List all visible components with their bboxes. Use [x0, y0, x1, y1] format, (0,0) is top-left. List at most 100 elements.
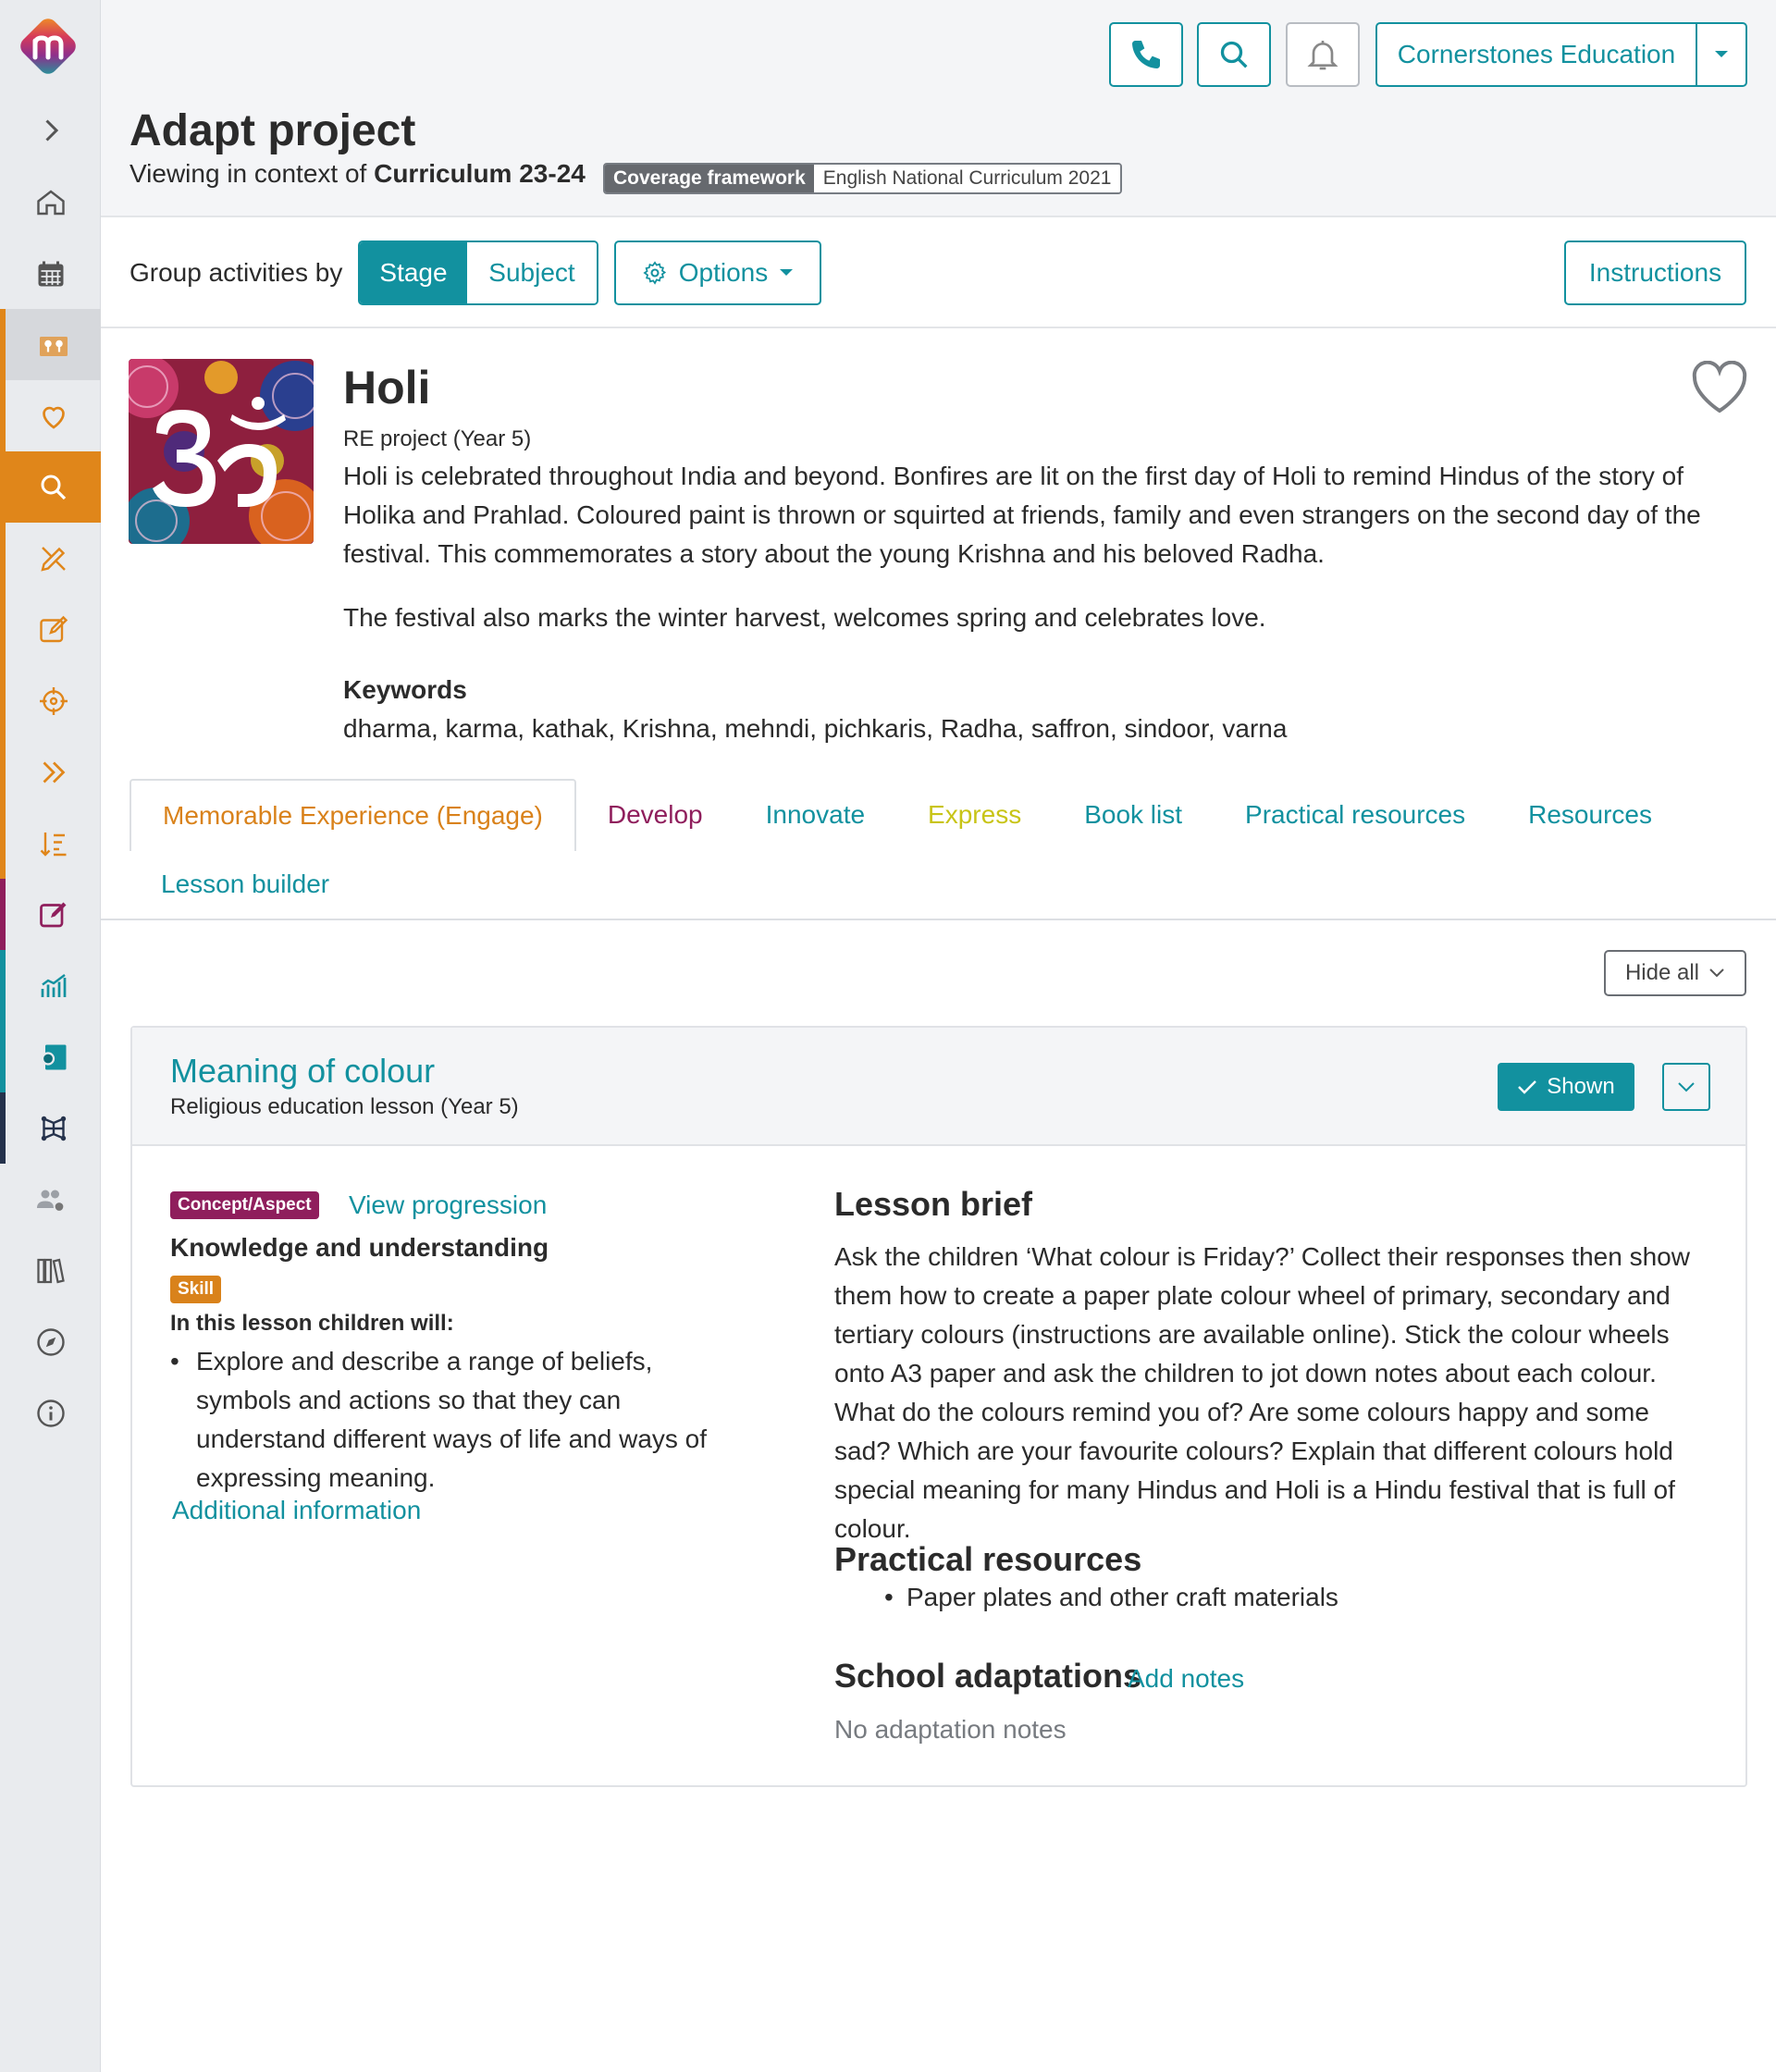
- lesson-title[interactable]: Meaning of colour: [170, 1052, 435, 1091]
- view-progression-link[interactable]: View progression: [349, 1190, 547, 1220]
- call-button[interactable]: [1109, 22, 1183, 87]
- target-icon: [39, 686, 68, 715]
- caret-down-icon: [1715, 51, 1728, 57]
- options-label: Options: [678, 258, 769, 287]
- map-icon: [39, 336, 68, 356]
- shown-toggle-button[interactable]: Shown: [1498, 1063, 1634, 1111]
- sidebar: [0, 0, 101, 2072]
- page-header: Cornerstones Education Adapt project Vie…: [101, 0, 1776, 217]
- sidebar-item-projects[interactable]: [0, 309, 101, 380]
- heart-icon: [42, 406, 65, 429]
- people-settings-icon: [36, 1190, 65, 1213]
- instructions-button[interactable]: Instructions: [1564, 240, 1746, 305]
- group-by-stage-button[interactable]: Stage: [360, 242, 467, 303]
- expand-lesson-button[interactable]: [1662, 1063, 1710, 1111]
- tab-practical-resources[interactable]: Practical resources: [1214, 779, 1497, 851]
- sidebar-item-target[interactable]: [0, 665, 101, 736]
- sidebar-item-search[interactable]: [0, 451, 101, 523]
- caret-down-icon: [780, 269, 794, 276]
- expand-sidebar-button[interactable]: [0, 94, 101, 166]
- project-description: Holi is celebrated throughout India and …: [343, 462, 1701, 568]
- sidebar-item-library[interactable]: [0, 1235, 101, 1306]
- group-activities-bar: Group activities by Stage Subject Option…: [101, 217, 1776, 328]
- group-by-subject-button[interactable]: Subject: [467, 242, 597, 303]
- sidebar-item-certificates[interactable]: [0, 1021, 101, 1092]
- tab-label: Lesson builder: [161, 870, 330, 898]
- school-selector[interactable]: Cornerstones Education: [1375, 22, 1747, 87]
- tab-memorable-experience[interactable]: Memorable Experience (Engage): [130, 779, 576, 851]
- tab-book-list[interactable]: Book list: [1053, 779, 1214, 851]
- project-title: Holi: [343, 362, 431, 413]
- tab-innovate[interactable]: Innovate: [734, 779, 896, 851]
- design-icon: [40, 546, 66, 572]
- stage-tabs-row-2: Lesson builder: [130, 851, 361, 918]
- hide-all-button[interactable]: Hide all: [1604, 950, 1746, 996]
- compass-icon: [36, 1327, 65, 1356]
- double-chevron-icon: [43, 761, 65, 783]
- school-dropdown-toggle[interactable]: [1696, 24, 1745, 85]
- edit-icon: [39, 615, 68, 642]
- tab-lesson-builder[interactable]: Lesson builder: [130, 848, 361, 920]
- tab-develop[interactable]: Develop: [576, 779, 734, 851]
- coverage-framework-badge: Coverage framework English National Curr…: [603, 163, 1123, 194]
- search-icon: [41, 475, 66, 500]
- sidebar-item-favourites[interactable]: [0, 380, 101, 451]
- tab-express[interactable]: Express: [896, 779, 1053, 851]
- bell-icon: [1307, 41, 1338, 70]
- stage-tabs: Memorable Experience (Engage) Develop In…: [130, 779, 1684, 851]
- options-button[interactable]: Options: [614, 240, 821, 305]
- context-prefix: Viewing in context of: [130, 159, 367, 188]
- lesson-subtitle: Religious education lesson (Year 5): [170, 1094, 519, 1119]
- sidebar-item-reports[interactable]: [0, 950, 101, 1021]
- gear-icon: [643, 261, 666, 285]
- add-notes-link[interactable]: Add notes: [1128, 1664, 1244, 1694]
- sidebar-item-progress[interactable]: [0, 736, 101, 808]
- framework-label: Coverage framework: [605, 165, 814, 192]
- notifications-button[interactable]: [1286, 22, 1360, 87]
- school-name[interactable]: Cornerstones Education: [1377, 24, 1696, 85]
- sidebar-item-edit[interactable]: [0, 594, 101, 665]
- group-by-label: Group activities by: [130, 258, 343, 287]
- sidebar-item-calendar[interactable]: [0, 238, 101, 309]
- shown-label: Shown: [1547, 1074, 1615, 1099]
- lesson-brief-heading: Lesson brief: [834, 1185, 1033, 1223]
- sidebar-item-design[interactable]: [0, 523, 101, 594]
- tab-resources[interactable]: Resources: [1497, 779, 1684, 851]
- check-icon: [1518, 1080, 1537, 1094]
- tab-label: Memorable Experience (Engage): [163, 801, 543, 830]
- skill-badge: Skill: [170, 1276, 222, 1303]
- chevron-down-icon: [1709, 968, 1724, 978]
- favourite-button[interactable]: [1691, 360, 1748, 414]
- list-item: Paper plates and other craft materials: [884, 1583, 1338, 1612]
- certificate-icon: [41, 1044, 66, 1069]
- additional-information-link[interactable]: Additional information: [172, 1496, 421, 1525]
- group-by-toggle: Stage Subject: [358, 240, 598, 305]
- calendar-icon: [38, 261, 63, 286]
- sidebar-item-sequence[interactable]: [0, 808, 101, 879]
- project-subtitle: RE project (Year 5): [343, 426, 532, 451]
- no-adaptation-notes: No adaptation notes: [834, 1715, 1067, 1744]
- sidebar-item-network[interactable]: [0, 1092, 101, 1164]
- project-description-2: The festival also marks the winter harve…: [343, 603, 1266, 632]
- sidebar-item-explore[interactable]: [0, 1306, 101, 1377]
- hide-all-label: Hide all: [1624, 960, 1700, 985]
- lesson-card-header: Meaning of colour Religious education le…: [132, 1028, 1745, 1146]
- context-line: Viewing in context of Curriculum 23-24: [130, 159, 586, 189]
- chevron-down-icon: [1678, 1082, 1695, 1092]
- list-item: Explore and describe a range of beliefs,…: [170, 1342, 744, 1498]
- sidebar-item-info[interactable]: [0, 1377, 101, 1449]
- sidebar-item-assessment[interactable]: [0, 879, 101, 950]
- header-search-button[interactable]: [1197, 22, 1271, 87]
- sidebar-item-home[interactable]: [0, 166, 101, 238]
- practical-resources-heading: Practical resources: [834, 1540, 1142, 1578]
- network-icon: [41, 1116, 66, 1141]
- heart-outline-icon: [1692, 360, 1747, 413]
- sidebar-item-users[interactable]: [0, 1164, 101, 1235]
- info-icon: [36, 1399, 65, 1427]
- chevron-right-icon: [44, 118, 58, 142]
- practical-resources-list: Paper plates and other craft materials: [884, 1583, 1338, 1612]
- tab-label: Express: [928, 800, 1022, 829]
- tab-label: Develop: [607, 800, 703, 829]
- library-icon: [36, 1258, 65, 1283]
- app-logo[interactable]: [15, 13, 81, 80]
